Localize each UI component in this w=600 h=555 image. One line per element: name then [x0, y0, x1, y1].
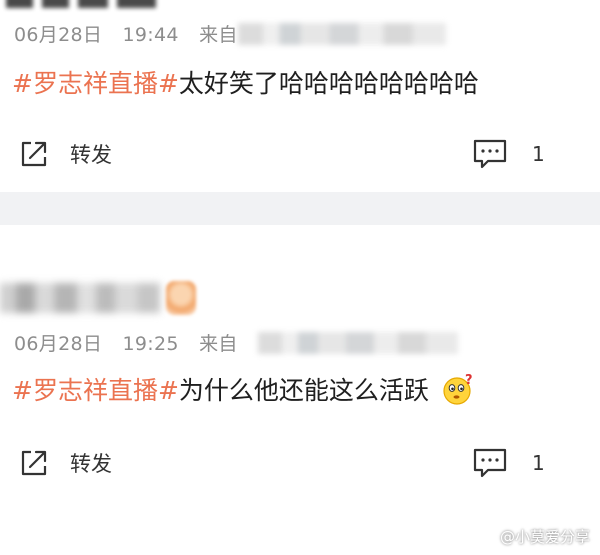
repost-button[interactable]: 转发 [18, 134, 112, 174]
comment-button[interactable]: 1 [472, 134, 545, 174]
repost-button[interactable]: 转发 [18, 443, 112, 483]
hashtag-link[interactable]: #罗志祥直播# [12, 69, 179, 98]
post-text: 太好笑了哈哈哈哈哈哈哈哈 [178, 69, 479, 98]
repost-arrow-icon [21, 141, 47, 167]
post-text: 为什么他还能这么活跃 [178, 376, 429, 405]
post-date: 06月28日 [14, 333, 103, 355]
post-time: 19:25 [122, 333, 179, 355]
post-divider [0, 192, 600, 225]
post-author [0, 277, 220, 317]
hashtag-link[interactable]: #罗志祥直播# [12, 376, 179, 405]
username-obscured [0, 283, 160, 313]
post-content: #罗志祥直播#太好笑了哈哈哈哈哈哈哈哈 [12, 64, 479, 100]
post-date: 06月28日 [14, 24, 103, 46]
repost-label: 转发 [70, 452, 112, 476]
post-card: 06月28日 19:25 来自 #罗志祥直播#为什么他还能这么活跃 ? 转发 1 [0, 225, 600, 555]
repost-arrow-icon [21, 450, 47, 476]
post-time: 19:44 [122, 24, 179, 46]
repost-label: 转发 [70, 143, 112, 167]
comment-count: 1 [532, 451, 545, 475]
watermark-text: @小莫爱分享 [499, 528, 590, 546]
username-obscured [6, 0, 156, 8]
watermark-logo-icon [480, 529, 496, 544]
svg-text:?: ? [465, 373, 473, 388]
watermark: @小莫爱分享 [480, 526, 590, 547]
post-card: 06月28日 19:44 来自 #罗志祥直播#太好笑了哈哈哈哈哈哈哈哈 转发 1 [0, 0, 600, 192]
post-actions: 转发 1 [0, 134, 600, 174]
post-meta: 06月28日 19:44 来自 [14, 20, 238, 47]
post-source-obscured [258, 332, 458, 354]
post-source-obscured [238, 23, 446, 45]
comment-count: 1 [532, 142, 545, 166]
comment-button[interactable]: 1 [472, 443, 545, 483]
comment-icon [473, 139, 507, 169]
comment-icon [473, 448, 507, 478]
post-actions: 转发 1 [0, 443, 600, 483]
thinking-emoji-icon: ? [443, 373, 473, 405]
user-badge-icon [166, 281, 196, 315]
post-content: #罗志祥直播#为什么他还能这么活跃 ? [12, 371, 475, 409]
post-source-label: 来自 [199, 24, 238, 46]
post-source-label: 来自 [199, 333, 238, 355]
post-meta: 06月28日 19:25 来自 [14, 329, 238, 356]
